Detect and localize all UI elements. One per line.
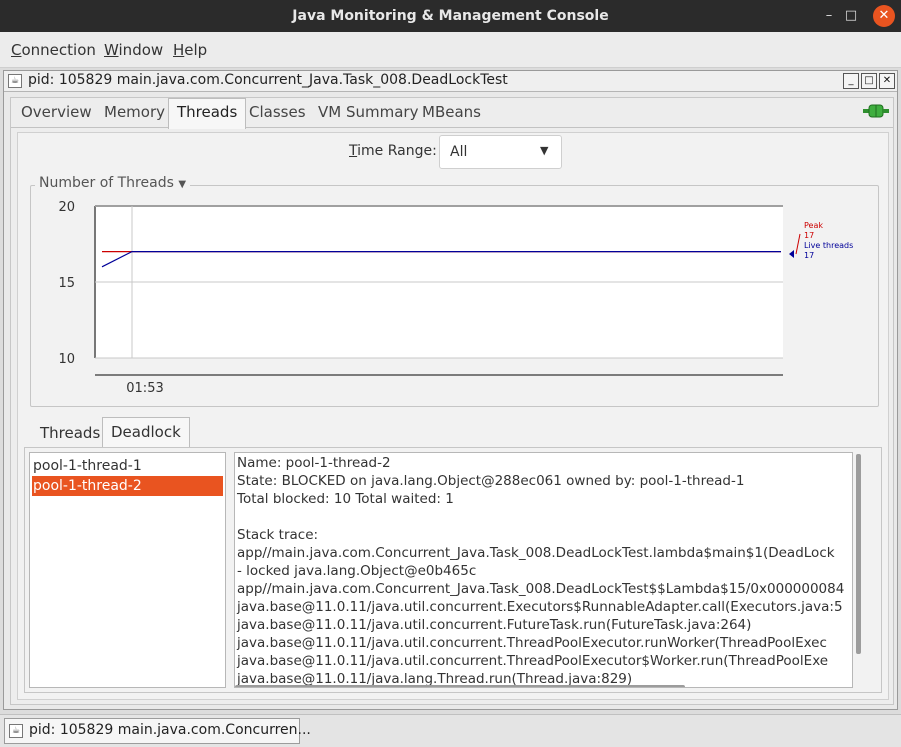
menu-window[interactable]: Window bbox=[104, 41, 163, 59]
menu-help[interactable]: Help bbox=[173, 41, 207, 59]
taskbar-item-label: pid: 105829 main.java.com.Concurren... bbox=[29, 722, 311, 738]
detail-line: Name: pool-1-thread-2 bbox=[237, 455, 391, 471]
menu-window-label: indow bbox=[118, 41, 164, 59]
chevron-down-icon: ▼ bbox=[540, 144, 549, 157]
internal-frame-titlebar[interactable]: ☕ pid: 105829 main.java.com.Concurrent_J… bbox=[4, 71, 897, 92]
y-tick-label: 10 bbox=[58, 352, 75, 367]
detail-line: Total blocked: 10 Total waited: 1 bbox=[237, 491, 454, 507]
subtab-threads[interactable]: Threads bbox=[40, 424, 100, 442]
thread-list[interactable]: pool-1-thread-1 pool-1-thread-2 bbox=[29, 452, 226, 688]
detail-line: State: BLOCKED on java.lang.Object@288ec… bbox=[237, 473, 745, 489]
taskbar-item[interactable]: ☕ pid: 105829 main.java.com.Concurren... bbox=[4, 718, 311, 744]
tab-threads[interactable]: Threads bbox=[168, 98, 247, 129]
horizontal-scrollbar[interactable] bbox=[235, 685, 685, 687]
minimize-icon[interactable]: – bbox=[818, 5, 840, 27]
time-range-label-text: ime Range: bbox=[357, 143, 437, 159]
time-range-value: All bbox=[450, 144, 468, 160]
close-icon[interactable]: ✕ bbox=[873, 5, 895, 27]
sub-tabs: Threads Deadlock bbox=[18, 417, 888, 448]
internal-frame-title: pid: 105829 main.java.com.Concurrent_Jav… bbox=[28, 72, 508, 88]
thread-detail[interactable]: Name: pool-1-thread-2 State: BLOCKED on … bbox=[234, 452, 853, 688]
menu-connection[interactable]: Connection bbox=[11, 41, 96, 59]
tab-vm-summary[interactable]: VM Summary bbox=[318, 103, 418, 121]
legend-live-pointer bbox=[789, 250, 794, 258]
time-range-select[interactable]: All ▼ bbox=[439, 135, 562, 169]
vertical-scrollbar[interactable] bbox=[856, 454, 861, 654]
time-range-label: Time Range: bbox=[349, 143, 437, 159]
connection-plug-icon bbox=[863, 104, 889, 118]
tab-classes[interactable]: Classes bbox=[249, 103, 306, 121]
thread-count-chart: 20151001:53Peak17Live threads17 bbox=[58, 200, 853, 396]
menu-help-accel: H bbox=[173, 41, 185, 59]
detail-line: java.base@11.0.11/java.util.concurrent.T… bbox=[237, 653, 829, 669]
menu-connection-accel: C bbox=[11, 41, 22, 59]
main-tabs: Overview Memory Threads Classes VM Summa… bbox=[11, 98, 893, 129]
list-item-selected[interactable]: pool-1-thread-2 bbox=[32, 476, 223, 496]
java-icon: ☕ bbox=[9, 724, 23, 738]
frame-minimize-icon[interactable]: _ bbox=[843, 73, 859, 89]
tab-memory[interactable]: Memory bbox=[104, 103, 165, 121]
detail-line: app//main.java.com.Concurrent_Java.Task_… bbox=[237, 581, 845, 597]
threads-content: Time Range: All ▼ Number of Threads ▼ 20… bbox=[17, 132, 889, 700]
java-icon: ☕ bbox=[8, 74, 22, 88]
y-tick-label: 15 bbox=[58, 276, 75, 291]
subtab-deadlock[interactable]: Deadlock bbox=[102, 417, 190, 448]
menu-connection-label: onnection bbox=[21, 41, 96, 59]
detail-line: java.base@11.0.11/java.util.concurrent.F… bbox=[237, 617, 752, 633]
main-panel: Overview Memory Threads Classes VM Summa… bbox=[10, 97, 894, 705]
menu-window-accel: W bbox=[104, 41, 119, 59]
legend-value: 17 bbox=[804, 251, 814, 260]
y-tick-label: 20 bbox=[58, 200, 75, 215]
legend-value: 17 bbox=[804, 231, 814, 240]
tab-overview[interactable]: Overview bbox=[21, 103, 92, 121]
taskbar: ☕ pid: 105829 main.java.com.Concurren... bbox=[0, 714, 901, 747]
detail-line: app//main.java.com.Concurrent_Java.Task_… bbox=[237, 545, 835, 561]
detail-line: java.base@11.0.11/java.util.concurrent.T… bbox=[237, 635, 827, 651]
menu-help-label: elp bbox=[184, 41, 208, 59]
tab-mbeans[interactable]: MBeans bbox=[422, 103, 481, 121]
detail-line: java.base@11.0.11/java.util.concurrent.E… bbox=[237, 599, 843, 615]
legend-peak-pointer bbox=[795, 233, 801, 255]
x-tick-label: 01:53 bbox=[126, 381, 163, 396]
maximize-icon[interactable]: □ bbox=[840, 5, 862, 27]
detail-line: - locked java.lang.Object@e0b465c bbox=[237, 563, 477, 579]
deadlock-panel: pool-1-thread-1 pool-1-thread-2 Name: po… bbox=[24, 447, 882, 693]
legend-entry: Peak bbox=[804, 221, 823, 230]
window-title: Java Monitoring & Management Console bbox=[292, 8, 609, 24]
window-titlebar: Java Monitoring & Management Console – □… bbox=[0, 0, 901, 32]
menu-bar: Connection Window Help bbox=[0, 32, 901, 68]
list-item[interactable]: pool-1-thread-1 bbox=[32, 456, 223, 476]
frame-maximize-icon[interactable]: □ bbox=[861, 73, 877, 89]
time-range-accel: T bbox=[349, 143, 358, 159]
legend-entry: Live threads bbox=[804, 241, 853, 250]
thread-chart-panel: Number of Threads ▼ 20 15 10 01:53 Peak 17 Liv… bbox=[30, 175, 879, 407]
detail-line: Stack trace: bbox=[237, 527, 319, 543]
internal-frame: ☕ pid: 105829 main.java.com.Concurrent_J… bbox=[3, 70, 898, 710]
frame-close-icon[interactable]: ✕ bbox=[879, 73, 895, 89]
